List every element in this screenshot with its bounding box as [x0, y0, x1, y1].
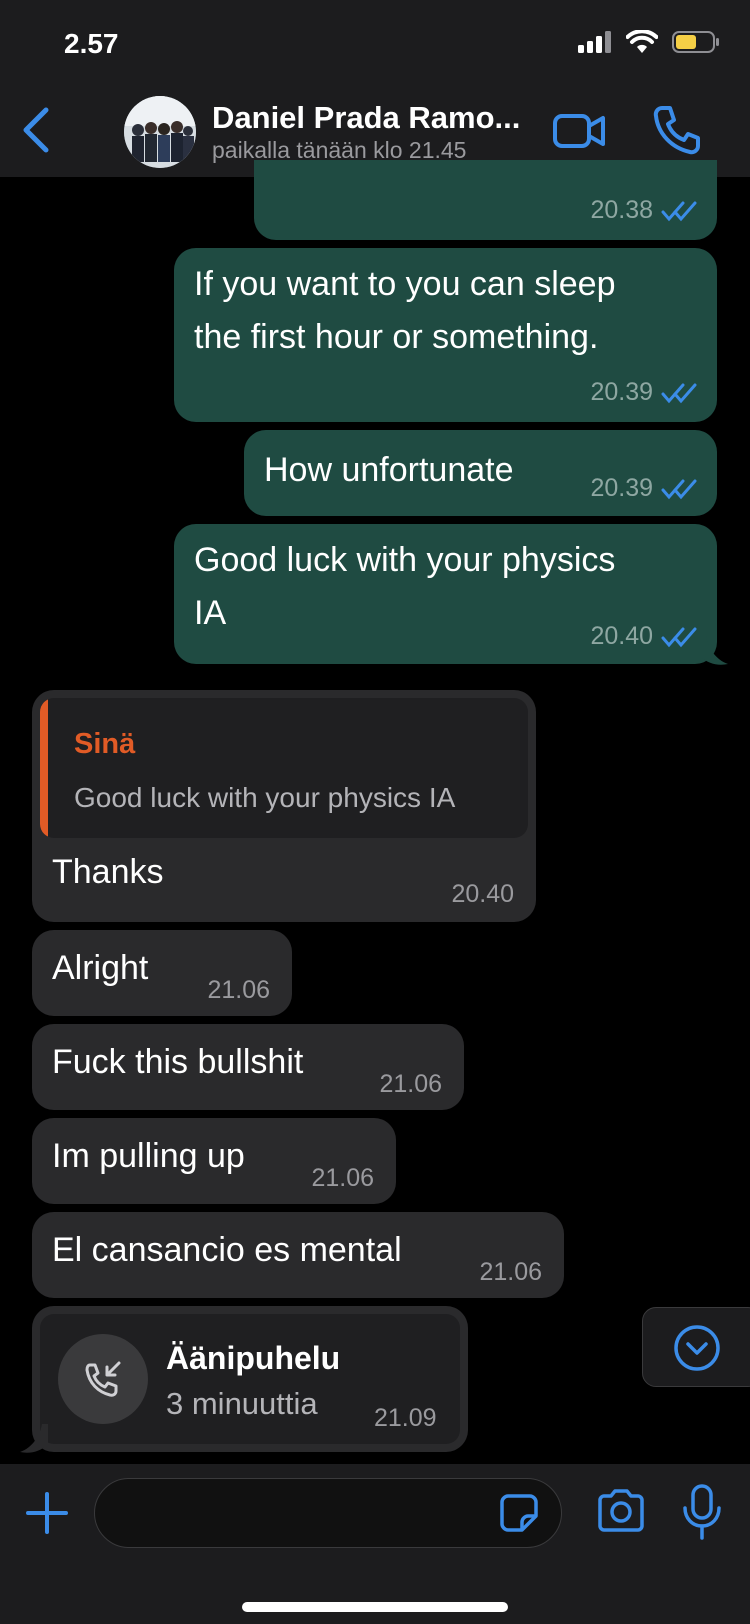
quoted-message[interactable]: Sinä Good luck with your physics IA [40, 698, 528, 838]
message-bubble-outgoing[interactable]: If you want to you can sleep the first h… [174, 248, 717, 422]
message-text: If you want to you can sleep [194, 265, 616, 303]
camera-icon[interactable] [596, 1488, 646, 1534]
message-text: Fuck this bullshit [52, 1043, 304, 1081]
message-bubble-outgoing[interactable]: How unfortunate 20.39 [244, 430, 717, 516]
plus-icon[interactable] [26, 1492, 68, 1534]
contact-name[interactable]: Daniel Prada Ramo... [212, 100, 520, 136]
message-text: Im pulling up [52, 1137, 245, 1175]
message-text: How unfortunate [264, 451, 514, 489]
wifi-icon [626, 30, 658, 53]
message-text: the first hour or something. [194, 318, 599, 356]
cellular-signal-icon [578, 31, 611, 53]
message-time: 21.06 [311, 1164, 374, 1192]
read-receipt-icon [661, 479, 697, 499]
message-text: Thanks [52, 853, 164, 891]
message-time: 21.09 [374, 1404, 437, 1432]
message-bubble-incoming[interactable]: Im pulling up 21.06 [32, 1118, 396, 1204]
message-meta: 21.06 [479, 1258, 542, 1287]
read-receipt-icon [661, 383, 697, 403]
message-meta: 20.39 [590, 474, 697, 503]
avatar-photo [124, 96, 196, 168]
message-time: 20.39 [590, 474, 653, 502]
call-record-bubble[interactable]: Äänipuhelu 3 minuuttia 21.09 [32, 1306, 468, 1452]
message-meta: 20.38 [590, 196, 697, 225]
message-bubble-outgoing[interactable]: 20.38 [254, 160, 717, 240]
call-icon-circle [58, 1334, 148, 1424]
message-time: 21.06 [207, 976, 270, 1004]
call-duration: 3 minuuttia [166, 1386, 318, 1421]
message-time: 20.40 [590, 622, 653, 650]
message-time: 21.06 [379, 1070, 442, 1098]
microphone-icon[interactable] [680, 1484, 724, 1540]
message-composer [0, 1464, 750, 1624]
chevron-left-icon[interactable] [14, 104, 60, 156]
chat-header: 2.57 Daniel Prada Ramo... paikalla tänää… [0, 0, 750, 177]
call-title: Äänipuhelu [166, 1340, 341, 1376]
message-meta: 20.40 [590, 622, 697, 651]
phone-icon[interactable] [652, 104, 700, 156]
status-time: 2.57 [64, 28, 119, 59]
message-time: 20.39 [590, 378, 653, 406]
message-meta: 21.06 [207, 976, 270, 1005]
message-bubble-incoming[interactable]: Sinä Good luck with your physics IA Than… [32, 690, 536, 922]
message-meta: 20.40 [451, 880, 514, 909]
quote-accent-bar [40, 698, 48, 838]
message-time: 20.40 [451, 880, 514, 908]
battery-icon [672, 31, 719, 53]
scroll-to-bottom-button[interactable] [642, 1307, 750, 1387]
bubble-tail [700, 636, 728, 665]
message-time: 20.38 [590, 196, 653, 224]
read-receipt-icon [661, 201, 697, 221]
message-input[interactable] [94, 1478, 562, 1548]
incoming-call-icon [85, 1361, 121, 1397]
message-bubble-outgoing[interactable]: Good luck with your physics IA 20.40 [174, 524, 717, 664]
message-text: El cansancio es mental [52, 1231, 402, 1269]
message-text: IA [194, 594, 227, 632]
message-time: 21.06 [479, 1258, 542, 1286]
message-text: Alright [52, 949, 149, 987]
sticker-icon[interactable] [500, 1494, 538, 1532]
chevron-down-circle-icon [674, 1325, 720, 1371]
message-meta: 21.06 [379, 1070, 442, 1099]
message-bubble-incoming[interactable]: El cansancio es mental 21.06 [32, 1212, 564, 1298]
message-text: Good luck with your physics [194, 541, 616, 579]
message-bubble-incoming[interactable]: Alright 21.06 [32, 930, 292, 1016]
message-meta: 20.39 [590, 378, 697, 407]
read-receipt-icon [661, 627, 697, 647]
message-bubble-incoming[interactable]: Fuck this bullshit 21.06 [32, 1024, 464, 1110]
home-indicator[interactable] [242, 1602, 508, 1612]
call-record-card[interactable]: Äänipuhelu 3 minuuttia 21.09 [40, 1314, 460, 1444]
bubble-tail [20, 1424, 48, 1453]
message-meta: 21.06 [311, 1164, 374, 1193]
quote-text: Good luck with your physics IA [74, 782, 456, 813]
quote-author: Sinä [74, 728, 136, 760]
contact-avatar[interactable] [124, 96, 196, 168]
video-camera-icon[interactable] [552, 108, 606, 154]
status-icons [578, 30, 720, 54]
